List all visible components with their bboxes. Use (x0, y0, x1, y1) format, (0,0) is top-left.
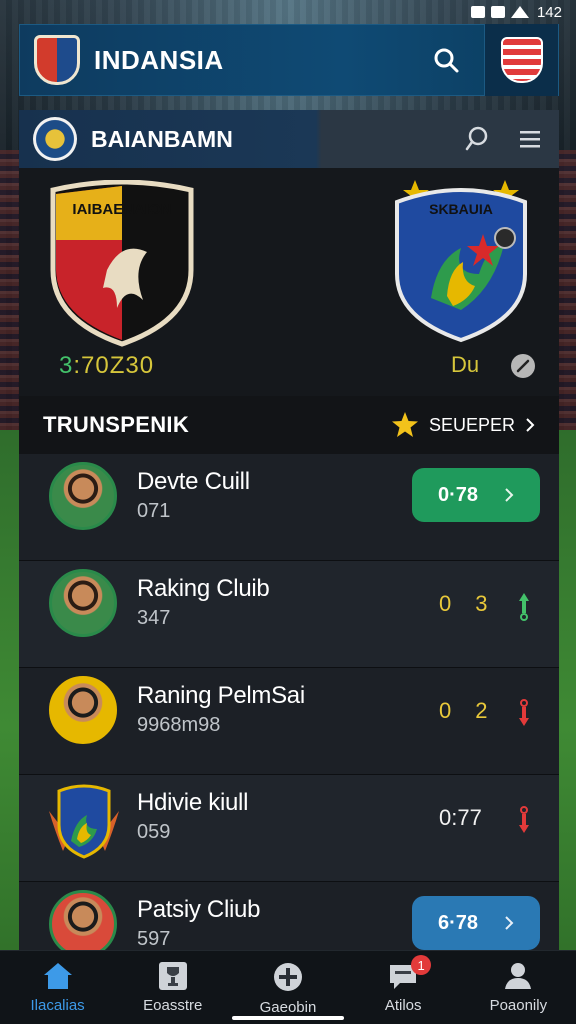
score-single: 0:77 (439, 805, 482, 830)
club-stat: 071 (137, 500, 171, 522)
home-score-rest: :70Z30 (73, 352, 155, 379)
away-score: Du (451, 352, 480, 377)
home-crest-text: IAIBAENAION (72, 201, 171, 218)
status-bar: 142 (0, 0, 576, 24)
score-home: 0 (439, 591, 452, 616)
nav-profile[interactable]: Poaonily (468, 961, 568, 1014)
odds-value: 6·78 (437, 911, 479, 934)
search-button[interactable] (426, 40, 466, 80)
profile-flag-button[interactable] (484, 24, 558, 96)
section-link-label: SEUEPER (428, 414, 515, 435)
plus-icon (273, 963, 302, 991)
section-see-all-link[interactable]: SEUEPER (391, 411, 535, 439)
search-icon[interactable] (465, 125, 493, 153)
app-header: INDANSIA (19, 24, 559, 96)
avatar (49, 676, 117, 744)
notification-badge: 1 (411, 955, 432, 975)
flag-badge-icon (500, 37, 543, 83)
chevron-right-icon (526, 418, 535, 432)
club-list: Devte Cuill 071 0·78 Raking Cluib 347 0 … (19, 454, 559, 989)
club-name: Hdivie kiull (137, 789, 249, 816)
trend-down-icon (519, 806, 529, 833)
profile-icon (505, 963, 532, 989)
avatar (49, 569, 117, 637)
league-logo (33, 117, 77, 161)
app-logo[interactable] (34, 35, 80, 85)
section-header: TRUNSPENIK SEUEPER (19, 396, 559, 454)
nav-home-label: Ilacalias (30, 997, 85, 1014)
club-name: Raning PelmSai (137, 682, 305, 709)
club-crest (49, 784, 119, 859)
list-item[interactable]: Devte Cuill 071 0·78 (19, 454, 559, 561)
nav-profile-label: Poaonily (489, 997, 548, 1014)
pencil-icon (516, 359, 530, 373)
wifi-icon (510, 6, 529, 18)
trend-up-icon (519, 593, 529, 621)
score-home: 0 (439, 698, 452, 723)
away-crest-text: SKBAUIA (429, 201, 493, 217)
home-icon (43, 963, 72, 989)
trend-down-icon (519, 699, 529, 726)
club-stat: 9968m98 (137, 714, 221, 736)
club-name: Raking Cluib (137, 575, 270, 602)
list-item[interactable]: Raning PelmSai 9968m98 0 2 (19, 668, 559, 775)
bottom-navigation: Ilacalias Eoasstre Gaeobin 1 Atilos Poao… (0, 950, 576, 1024)
score-away: 3 (475, 591, 488, 616)
media-icon (490, 6, 505, 18)
menu-icon[interactable] (519, 129, 541, 149)
home-indicator (232, 1016, 344, 1020)
club-stat: 059 (137, 821, 171, 843)
league-actions (465, 125, 541, 153)
list-item[interactable]: Hdivie kiull 059 0:77 (19, 775, 559, 882)
avatar (49, 462, 117, 530)
avatar (49, 890, 117, 958)
score-away: 2 (475, 698, 488, 723)
edit-button[interactable] (511, 354, 535, 378)
nav-messages-label: Atilos (384, 997, 422, 1014)
nav-add-label: Gaeobin (259, 999, 317, 1016)
nav-trophy-label: Eoasstre (143, 997, 203, 1014)
nav-home[interactable]: Ilacalias (8, 961, 108, 1014)
chevron-right-icon (505, 488, 514, 502)
status-time: 142 (536, 3, 562, 21)
home-score-first: 3 (59, 352, 74, 379)
away-team-crest: SKBAUIA (395, 180, 527, 343)
app-title: INDANSIA (94, 44, 224, 75)
trophy-icon (158, 962, 187, 990)
odds-button[interactable]: 6·78 (412, 896, 540, 950)
club-name: Devte Cuill (137, 468, 250, 495)
home-score: 3:70Z30 (59, 352, 154, 380)
status-icons (470, 6, 529, 18)
list-item[interactable]: Raking Cluib 347 0 3 (19, 561, 559, 668)
nav-messages[interactable]: 1 Atilos (353, 955, 453, 1014)
score-pair: 0 2 (439, 698, 488, 724)
nav-add[interactable]: Gaeobin (238, 961, 338, 1016)
nav-trophy[interactable]: Eoasstre (123, 961, 223, 1014)
club-stat: 347 (137, 607, 171, 629)
search-icon (434, 48, 459, 73)
star-icon (391, 412, 418, 437)
league-bar: BAIANBAMN (19, 110, 559, 168)
odds-button[interactable]: 0·78 (412, 468, 540, 522)
notification-icon (470, 6, 485, 18)
match-card[interactable]: IAIBAENAION SKBAUIA 3:70Z30 Du (19, 168, 559, 396)
chevron-right-icon (505, 916, 514, 930)
odds-value: 0·78 (437, 483, 479, 506)
club-name: Patsiy Cliub (137, 896, 261, 923)
home-team-crest: IAIBAENAION (50, 180, 194, 347)
score-pair: 0 3 (439, 591, 488, 617)
club-stat: 597 (137, 928, 171, 950)
league-title: BAIANBAMN (91, 125, 233, 152)
section-title: TRUNSPENIK (43, 412, 190, 437)
